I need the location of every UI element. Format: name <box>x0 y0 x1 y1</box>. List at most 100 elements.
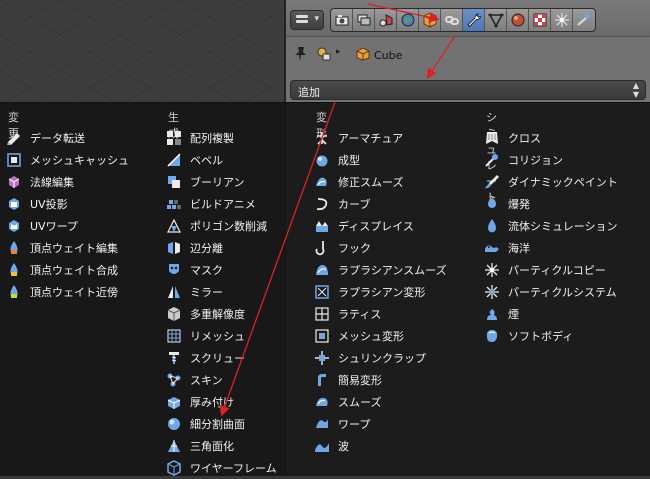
menu-item-lattice[interactable]: ラティス <box>314 303 381 325</box>
corrective-smooth-icon <box>316 177 327 186</box>
ocean-icon <box>485 245 499 252</box>
menu-item-data-transfer[interactable]: データ転送 <box>6 127 85 149</box>
properties-tabs <box>330 8 596 32</box>
menu-item-decimate[interactable]: ポリゴン数削減 <box>166 215 267 237</box>
modifiers-wrench-icon <box>467 13 482 28</box>
menu-item-wave[interactable]: 波 <box>314 435 349 457</box>
properties-tab-render-camera[interactable] <box>331 9 353 31</box>
menu-item-mirror[interactable]: ミラー <box>166 281 223 303</box>
properties-tab-render-layers[interactable] <box>353 9 375 31</box>
menu-item-cast[interactable]: 成型 <box>314 149 360 171</box>
skin-icon <box>167 373 181 387</box>
add-modifier-dropdown[interactable]: 追加 ▲ ▼ <box>290 80 646 100</box>
menu-item-smooth[interactable]: スムーズ <box>314 391 381 413</box>
particle-instance-icon <box>485 263 499 277</box>
menu-item-shrinkwrap[interactable]: シュリンクラップ <box>314 347 426 369</box>
menu-item-label: パーティクルシステム <box>508 286 617 299</box>
menu-item-particle-instance[interactable]: パーティクルコピー <box>484 259 606 281</box>
menu-item-mask[interactable]: マスク <box>166 259 223 281</box>
vertex-weight-proximity-icon <box>10 285 18 298</box>
menu-item-uv-project[interactable]: UV投影 <box>6 193 68 215</box>
menu-item-label: ダイナミックペイント <box>508 176 618 189</box>
object-name: Cube <box>374 49 403 62</box>
properties-tab-material[interactable] <box>507 9 529 31</box>
menu-item-label: データ転送 <box>30 132 85 145</box>
dynamic-paint-icon <box>485 175 499 189</box>
menu-item-cloth[interactable]: クロス <box>484 127 541 149</box>
menu-item-explode[interactable]: 爆発 <box>484 193 530 215</box>
uv-project-icon <box>9 198 19 210</box>
menu-item-collision[interactable]: コリジョン <box>484 149 563 171</box>
menu-item-triangulate[interactable]: 三角面化 <box>166 435 234 457</box>
menu-item-armature[interactable]: アーマチュア <box>314 127 403 149</box>
menu-item-warp[interactable]: ワープ <box>314 413 370 435</box>
pin-icon[interactable] <box>294 46 308 62</box>
menu-item-normal-edit[interactable]: 法線編集 <box>6 171 74 193</box>
menu-item-label: コリジョン <box>508 154 563 167</box>
menu-item-label: ワープ <box>338 418 371 431</box>
properties-tab-physics[interactable] <box>573 9 595 31</box>
properties-tab-modifiers-wrench[interactable] <box>463 9 485 31</box>
menu-item-displace[interactable]: ディスプレイス <box>314 215 414 237</box>
render-layers-icon <box>357 14 371 26</box>
menu-item-laplacian-smooth[interactable]: ラプラシアンスムーズ <box>314 259 447 281</box>
menu-item-laplacian-deform[interactable]: ラプラシアン変形 <box>314 281 425 303</box>
menu-item-bevel[interactable]: ベベル <box>166 149 223 171</box>
menu-item-vertex-weight-proximity[interactable]: 頂点ウェイト近傍 <box>6 281 118 303</box>
particles-icon <box>555 13 569 27</box>
menu-item-array[interactable]: 配列複製 <box>166 127 234 149</box>
menu-item-wireframe[interactable]: ワイヤーフレーム <box>166 457 277 479</box>
triangulate-icon <box>168 440 180 452</box>
properties-tab-world[interactable] <box>397 9 419 31</box>
menu-item-vertex-weight-mix[interactable]: 頂点ウェイト合成 <box>6 259 118 281</box>
menu-item-label: 辺分離 <box>190 242 223 255</box>
menu-item-hook[interactable]: フック <box>314 237 371 259</box>
menu-item-label: ベベル <box>190 154 223 167</box>
warp-icon <box>316 419 328 428</box>
mesh-cache-icon <box>7 153 21 167</box>
menu-item-vertex-weight-edit[interactable]: 頂点ウェイト編集 <box>6 237 118 259</box>
menu-item-boolean[interactable]: ブーリアン <box>166 171 245 193</box>
menu-item-multiresolution[interactable]: 多重解像度 <box>166 303 245 325</box>
menu-item-label: 海洋 <box>508 242 530 255</box>
menu-item-dynamic-paint[interactable]: ダイナミックペイント <box>484 171 618 193</box>
menu-item-label: パーティクルコピー <box>508 264 606 277</box>
properties-tab-particles[interactable] <box>551 9 573 31</box>
menu-item-simple-deform[interactable]: 簡易変形 <box>314 369 382 391</box>
properties-tab-texture[interactable] <box>529 9 551 31</box>
properties-tab-object[interactable] <box>419 9 441 31</box>
menu-item-subdivision-surface[interactable]: 細分割曲面 <box>166 413 245 435</box>
properties-tab-scene[interactable] <box>375 9 397 31</box>
menu-item-label: 配列複製 <box>190 132 234 145</box>
menu-item-screw[interactable]: スクリュー <box>166 347 245 369</box>
world-icon <box>401 13 415 27</box>
uv-warp-icon <box>9 220 19 232</box>
menu-item-particle-system[interactable]: パーティクルシステム <box>484 281 617 303</box>
menu-item-mesh-cache[interactable]: メッシュキャッシュ <box>6 149 129 171</box>
menu-item-smoke[interactable]: 煙 <box>484 303 519 325</box>
menu-item-remesh[interactable]: リメッシュ <box>166 325 245 347</box>
properties-tab-constraints[interactable] <box>441 9 463 31</box>
mask-icon <box>169 264 179 274</box>
menu-item-uv-warp[interactable]: UVワープ <box>6 215 78 237</box>
menu-item-corrective-smooth[interactable]: 修正スムーズ <box>314 171 403 193</box>
mirror-icon <box>168 286 180 298</box>
fluid-simulation-icon <box>488 219 496 233</box>
menu-item-label: ビルドアニメ <box>190 198 256 211</box>
menu-item-fluid-simulation[interactable]: 流体シミュレーション <box>484 215 618 237</box>
menu-item-label: メッシュ変形 <box>338 330 404 343</box>
menu-item-curve[interactable]: カーブ <box>314 193 370 215</box>
constraints-icon <box>445 16 459 25</box>
menu-item-label: UVワープ <box>30 220 78 233</box>
menu-item-soft-body[interactable]: ソフトボディ <box>484 325 573 347</box>
menu-item-label: メッシュキャッシュ <box>30 154 129 167</box>
properties-tab-object-data[interactable] <box>485 9 507 31</box>
menu-item-mesh-deform[interactable]: メッシュ変形 <box>314 325 404 347</box>
multiresolution-icon <box>167 307 181 321</box>
editor-type-selector[interactable]: ▾ <box>290 10 324 30</box>
menu-item-build[interactable]: ビルドアニメ <box>166 193 256 215</box>
menu-item-solidify[interactable]: 厚み付け <box>166 391 234 413</box>
menu-item-skin[interactable]: スキン <box>166 369 223 391</box>
menu-item-edge-split[interactable]: 辺分離 <box>166 237 223 259</box>
menu-item-ocean[interactable]: 海洋 <box>484 237 530 259</box>
